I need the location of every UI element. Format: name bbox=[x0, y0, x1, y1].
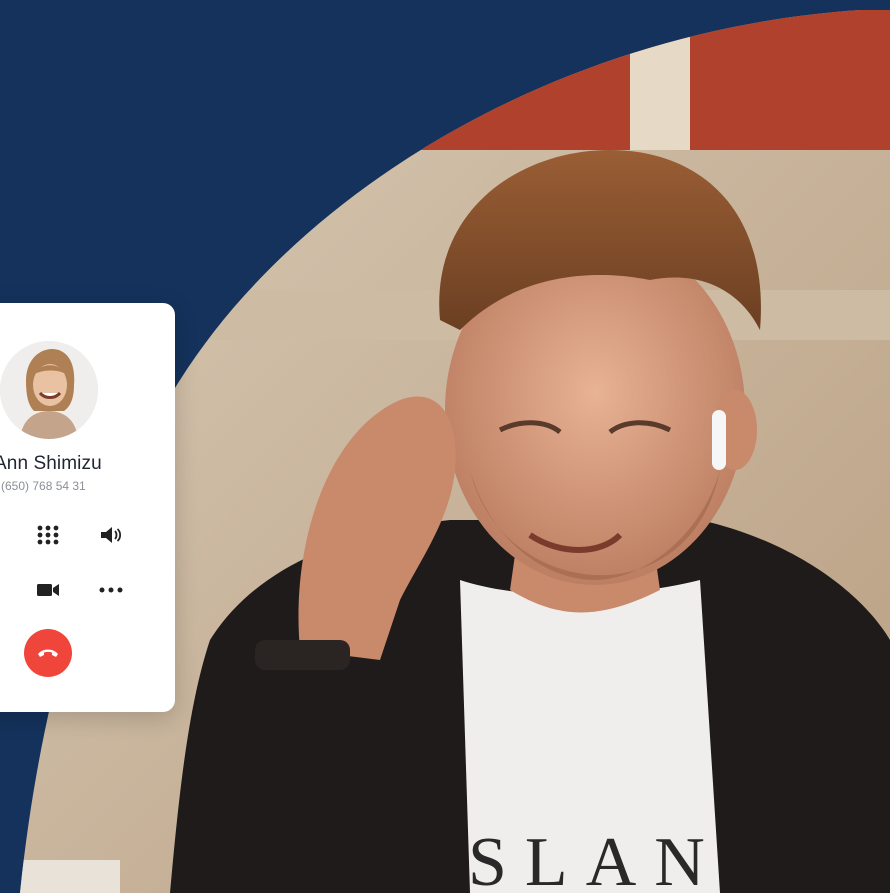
video-camera-icon bbox=[37, 584, 59, 596]
speaker-button[interactable] bbox=[93, 519, 129, 551]
hangup-button[interactable] bbox=[24, 629, 72, 677]
contact-name: Ann Shimizu bbox=[0, 453, 102, 474]
shirt-text: SLAN bbox=[468, 824, 723, 893]
video-button[interactable] bbox=[30, 574, 66, 606]
hero-stage: SLAN Ann Shimizu (650) 768 54 31 bbox=[0, 0, 890, 893]
avatar-photo-icon bbox=[0, 341, 98, 439]
speaker-icon bbox=[101, 527, 122, 543]
call-card: Ann Shimizu (650) 768 54 31 bbox=[0, 303, 175, 712]
contact-phone: (650) 768 54 31 bbox=[1, 479, 86, 493]
keypad-button[interactable] bbox=[30, 519, 66, 551]
keypad-icon bbox=[37, 525, 59, 545]
more-dots-icon bbox=[99, 587, 123, 593]
contact-avatar bbox=[0, 341, 98, 439]
more-button[interactable] bbox=[93, 574, 129, 606]
phone-hangup-icon bbox=[38, 649, 58, 657]
